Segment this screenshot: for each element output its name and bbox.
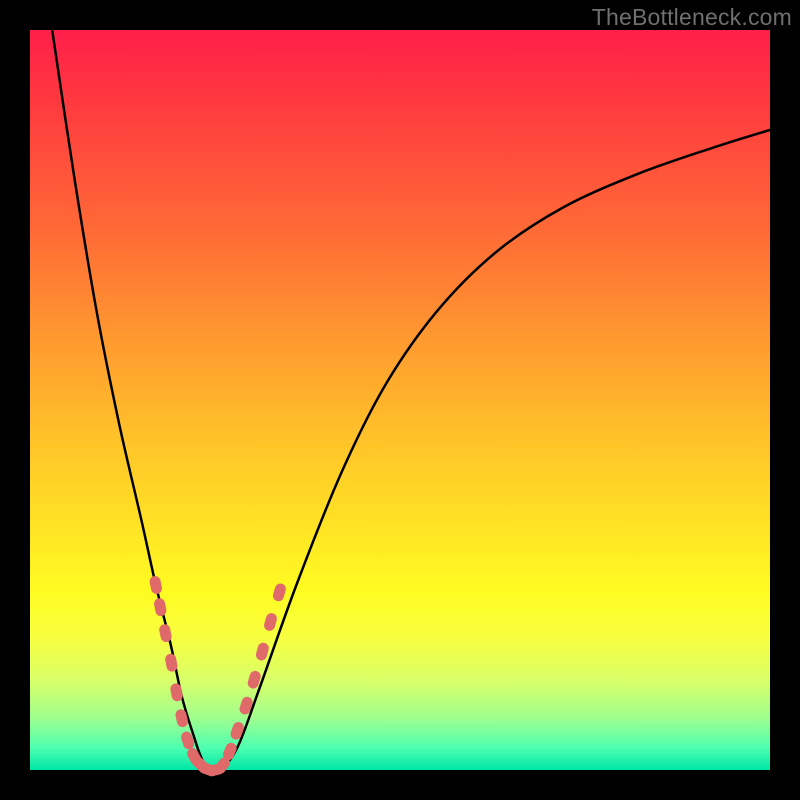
outer-frame: TheBottleneck.com: [0, 0, 800, 800]
data-marker: [229, 720, 245, 741]
chart-overlay: [30, 30, 770, 770]
data-marker: [263, 612, 279, 632]
data-marker: [153, 597, 167, 617]
watermark-text: TheBottleneck.com: [592, 4, 792, 31]
data-marker: [149, 575, 163, 595]
bottleneck-curve: [52, 30, 770, 771]
data-marker: [255, 641, 270, 661]
data-marker: [272, 582, 288, 602]
marker-group: [149, 575, 288, 777]
curve-group: [52, 30, 770, 771]
